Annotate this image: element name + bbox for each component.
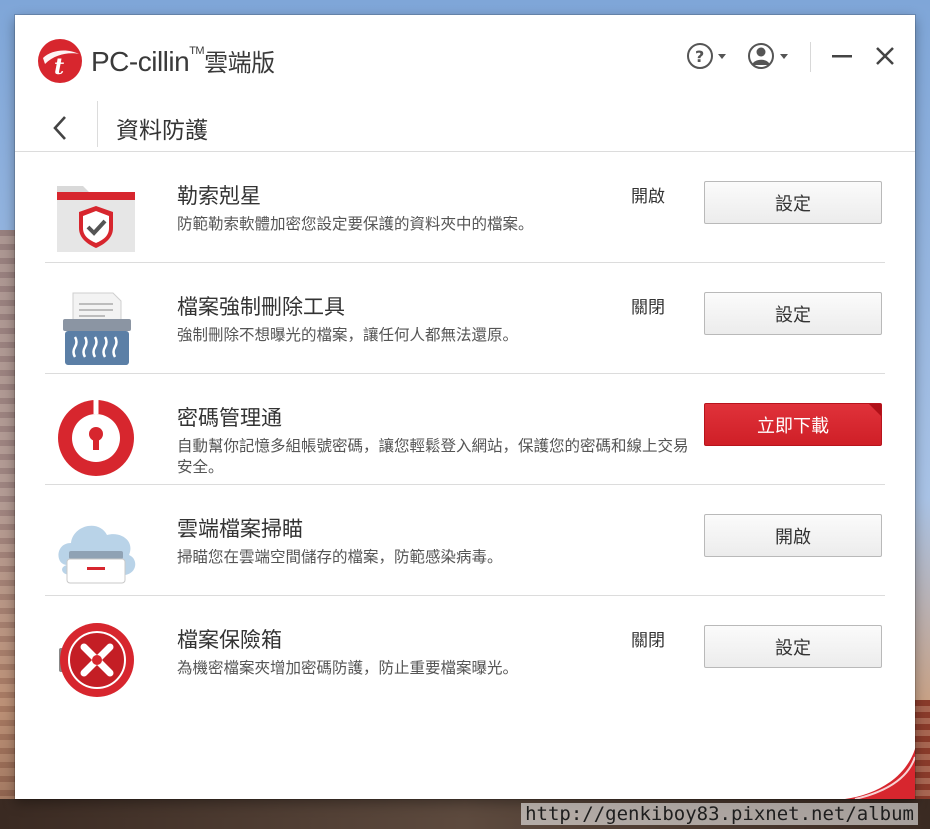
close-icon <box>876 47 894 65</box>
feature-status: 關閉 <box>631 631 665 651</box>
window-corner-accent <box>845 749 915 799</box>
feature-title: 勒索剋星 <box>177 184 261 208</box>
feature-row-password-manager: 密碼管理通 自動幫你記憶多組帳號密碼，讓您輕鬆登入網站，保護您的密碼和線上交易安… <box>45 374 885 485</box>
minimize-icon <box>832 55 852 58</box>
desktop-background-left <box>0 230 16 810</box>
feature-description: 掃瞄您在雲端空間儲存的檔案，防範感染病毒。 <box>177 548 503 566</box>
brand-name: PC-cillin <box>91 46 190 77</box>
page-title: 資料防護 <box>116 118 208 144</box>
settings-button[interactable]: 設定 <box>704 181 882 224</box>
feature-description: 自動幫你記憶多組帳號密碼，讓您輕鬆登入網站，保護您的密碼和線上交易安全。 <box>177 437 689 476</box>
account-menu-button[interactable] <box>746 41 794 71</box>
feature-list: 勒索剋星 防範勒索軟體加密您設定要保護的資料夾中的檔案。 開啟 設定 檔案強制刪… <box>45 152 885 706</box>
trend-micro-logo-icon: t <box>38 39 82 83</box>
password-manager-icon <box>58 400 134 476</box>
feature-row-vault: 檔案保險箱 為機密檔案夾增加密碼防護，防止重要檔案曝光。 關閉 設定 <box>45 596 885 706</box>
feature-row-cloud-scan: 雲端檔案掃瞄 掃瞄您在雲端空間儲存的檔案，防範感染病毒。 開啟 <box>45 485 885 596</box>
shredder-icon <box>63 292 131 365</box>
enable-button[interactable]: 開啟 <box>704 514 882 557</box>
vault-icon <box>59 623 134 697</box>
sub-header-separator <box>97 101 98 147</box>
minimize-button[interactable] <box>827 41 857 71</box>
user-circle-icon <box>748 43 788 69</box>
help-menu-button[interactable]: ? <box>685 41 731 71</box>
cloud-drawer-icon <box>58 525 136 584</box>
feature-title: 密碼管理通 <box>177 406 282 430</box>
help-circle-icon: ? <box>687 43 726 69</box>
svg-text:?: ? <box>695 47 704 66</box>
feature-description: 防範勒索軟體加密您設定要保護的資料夾中的檔案。 <box>177 215 534 233</box>
chevron-left-icon <box>53 116 66 140</box>
settings-button[interactable]: 設定 <box>704 625 882 668</box>
close-button[interactable] <box>870 41 900 71</box>
feature-status: 開啟 <box>631 187 665 207</box>
trademark: TM <box>189 45 205 57</box>
feature-title: 檔案強制刪除工具 <box>177 295 345 319</box>
settings-button[interactable]: 設定 <box>704 292 882 335</box>
app-brand: PC-cillinTM雲端版 <box>91 43 275 78</box>
feature-title: 檔案保險箱 <box>177 628 282 652</box>
desktop-background-right <box>914 700 930 810</box>
svg-text:t: t <box>54 54 64 80</box>
folder-shield-icon <box>57 186 135 252</box>
title-bar: t PC-cillinTM雲端版 ? <box>15 15 915 103</box>
feature-title: 雲端檔案掃瞄 <box>177 517 303 541</box>
watermark-url: http://genkiboy83.pixnet.net/album <box>521 803 918 825</box>
title-bar-separator <box>810 42 811 72</box>
feature-description: 強制刪除不想曝光的檔案，讓任何人都無法還原。 <box>177 326 519 344</box>
sub-header: 資料防護 <box>15 101 915 152</box>
feature-description: 為機密檔案夾增加密碼防護，防止重要檔案曝光。 <box>177 659 519 677</box>
app-window: t PC-cillinTM雲端版 ? 資料防護 勒索剋星 防範勒索軟體加密您設定… <box>15 15 915 799</box>
brand-edition: 雲端版 <box>204 49 275 77</box>
back-button[interactable] <box>45 111 75 145</box>
download-now-button[interactable]: 立即下載 <box>704 403 882 446</box>
feature-row-ransomware: 勒索剋星 防範勒索軟體加密您設定要保護的資料夾中的檔案。 開啟 設定 <box>45 152 885 263</box>
feature-row-file-shredder: 檔案強制刪除工具 強制刪除不想曝光的檔案，讓任何人都無法還原。 關閉 設定 <box>45 263 885 374</box>
feature-status: 關閉 <box>631 298 665 318</box>
